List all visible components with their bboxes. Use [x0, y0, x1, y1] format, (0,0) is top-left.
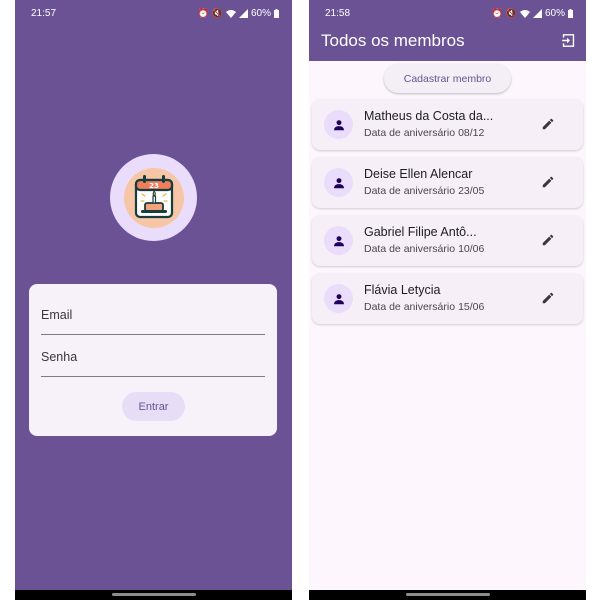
- wifi-icon: [519, 9, 530, 18]
- status-time: 21:57: [31, 7, 57, 19]
- signal-icon: [532, 8, 542, 18]
- battery-percent: 60%: [250, 7, 271, 19]
- member-list-item[interactable]: Gabriel Filipe Antô... Data de aniversár…: [312, 215, 583, 266]
- member-birthday: Data de aniversário 15/06: [364, 301, 484, 313]
- battery-icon: [274, 8, 279, 18]
- alarm-icon: ⏰: [197, 7, 209, 18]
- navigation-bar: [15, 590, 292, 600]
- member-name: Matheus da Costa da...: [364, 109, 494, 123]
- member-list-item[interactable]: Deise Ellen Alencar Data de aniversário 2…: [312, 157, 583, 208]
- member-birthday: Data de aniversário 08/12: [364, 127, 484, 139]
- member-birthday: Data de aniversário 23/05: [364, 185, 484, 197]
- member-birthday: Data de aniversário 10/06: [364, 243, 484, 255]
- member-list: Matheus da Costa da... Data de aniversár…: [312, 99, 583, 331]
- alarm-icon: ⏰: [491, 7, 503, 18]
- person-icon: [333, 235, 344, 246]
- status-bar: 21:58 ⏰ 🔇 60%: [309, 0, 586, 26]
- logout-icon[interactable]: [560, 32, 577, 49]
- birthday-label: Data de aniversário: [364, 301, 456, 313]
- home-gesture-handle[interactable]: [111, 593, 196, 596]
- member-list-item[interactable]: Flávia Letycia Data de aniversário 15/06: [312, 273, 583, 324]
- birthday-label: Data de aniversário: [364, 185, 456, 197]
- signal-icon: [238, 8, 248, 18]
- member-name: Flávia Letycia: [364, 283, 441, 297]
- status-bar: 21:57 ⏰ 🔇 60%: [15, 0, 292, 26]
- person-icon: [333, 293, 344, 304]
- app-logo: 23: [110, 154, 197, 241]
- app-bar: 21:58 ⏰ 🔇 60% Todos os membros: [309, 0, 586, 61]
- edit-icon[interactable]: [541, 117, 555, 131]
- calendar-cake-icon: 23: [123, 167, 184, 228]
- password-field[interactable]: Senha: [41, 350, 265, 377]
- edit-icon[interactable]: [541, 175, 555, 189]
- email-field[interactable]: Email: [41, 308, 265, 335]
- register-member-button[interactable]: Cadastrar membro: [384, 64, 511, 93]
- edit-icon[interactable]: [541, 233, 555, 247]
- mute-icon: 🔇: [505, 7, 517, 18]
- battery-percent: 60%: [544, 7, 565, 19]
- avatar: [324, 226, 353, 255]
- email-label: Email: [41, 308, 73, 322]
- birthday-date: 15/06: [458, 301, 485, 313]
- member-list-item[interactable]: Matheus da Costa da... Data de aniversár…: [312, 99, 583, 150]
- birthday-date: 08/12: [458, 127, 485, 139]
- page-title: Todos os membros: [321, 31, 465, 50]
- navigation-bar: [309, 590, 586, 600]
- avatar: [324, 284, 353, 313]
- home-gesture-handle[interactable]: [405, 593, 490, 596]
- person-icon: [333, 119, 344, 130]
- avatar: [324, 110, 353, 139]
- status-icons: ⏰ 🔇 60%: [492, 8, 573, 19]
- status-icons: ⏰ 🔇 60%: [198, 8, 279, 19]
- avatar: [324, 168, 353, 197]
- member-name: Deise Ellen Alencar: [364, 167, 473, 181]
- members-screen: 21:58 ⏰ 🔇 60% Todos os membros Cadastrar…: [309, 0, 586, 600]
- battery-icon: [568, 8, 573, 18]
- password-label: Senha: [41, 350, 78, 364]
- birthday-label: Data de aniversário: [364, 243, 456, 255]
- login-form: Email Senha Entrar: [29, 284, 277, 436]
- member-name: Gabriel Filipe Antô...: [364, 225, 477, 239]
- status-time: 21:58: [325, 7, 351, 19]
- mute-icon: 🔇: [211, 7, 223, 18]
- birthday-date: 10/06: [458, 243, 485, 255]
- login-screen: 21:57 ⏰ 🔇 60% 23 Email Senha Entrar: [15, 0, 292, 600]
- login-button[interactable]: Entrar: [122, 392, 185, 421]
- edit-icon[interactable]: [541, 291, 555, 305]
- birthday-date: 23/05: [458, 185, 485, 197]
- wifi-icon: [225, 9, 236, 18]
- logo-date: 23: [149, 182, 159, 190]
- birthday-label: Data de aniversário: [364, 127, 456, 139]
- person-icon: [333, 177, 344, 188]
